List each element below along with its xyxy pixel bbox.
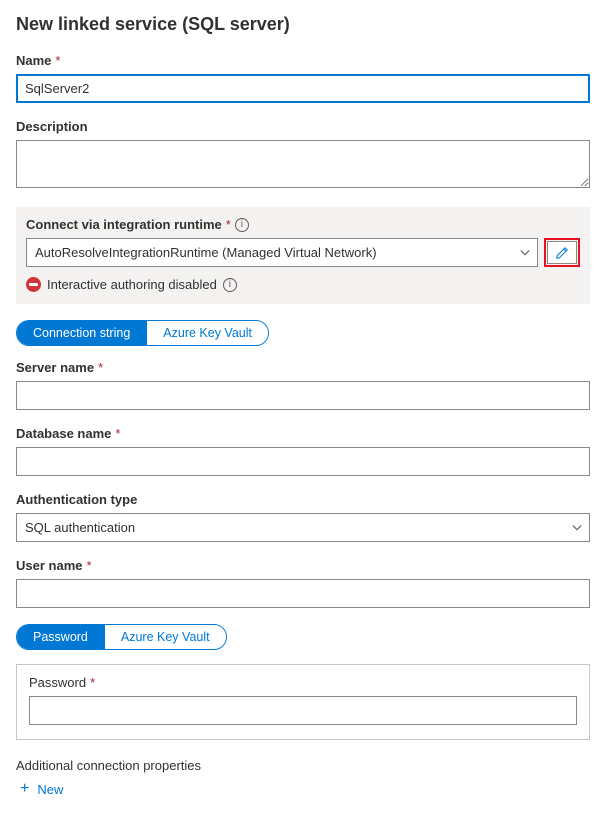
- tab-password[interactable]: Password: [17, 625, 104, 649]
- edit-runtime-highlight: [544, 238, 580, 267]
- database-name-label: Database name *: [16, 426, 590, 441]
- connection-source-tabs: Connection string Azure Key Vault: [16, 320, 269, 346]
- tab-connection-string[interactable]: Connection string: [17, 321, 146, 345]
- name-label-text: Name: [16, 53, 51, 68]
- database-name-label-text: Database name: [16, 426, 111, 441]
- password-label-text: Password: [29, 675, 86, 690]
- add-property-label: New: [37, 782, 63, 797]
- runtime-label-text: Connect via integration runtime: [26, 217, 222, 232]
- tab-password-akv[interactable]: Azure Key Vault: [104, 625, 226, 649]
- server-name-block: Server name *: [16, 360, 590, 410]
- required-asterisk: *: [90, 675, 95, 690]
- description-label-text: Description: [16, 119, 88, 134]
- required-asterisk: *: [55, 53, 60, 68]
- user-name-label: User name *: [16, 558, 590, 573]
- server-name-input[interactable]: [16, 381, 590, 410]
- integration-runtime-section: Connect via integration runtime * i Inte…: [16, 207, 590, 304]
- add-property-button[interactable]: + New: [16, 779, 67, 799]
- name-input[interactable]: [16, 74, 590, 103]
- user-name-input[interactable]: [16, 579, 590, 608]
- name-field-block: Name *: [16, 53, 590, 103]
- info-icon[interactable]: i: [235, 218, 249, 232]
- password-input[interactable]: [29, 696, 577, 725]
- description-field-block: Description: [16, 119, 590, 191]
- required-asterisk: *: [115, 426, 120, 441]
- additional-properties-title: Additional connection properties: [16, 758, 590, 773]
- info-icon[interactable]: i: [223, 278, 237, 292]
- password-section: Password *: [16, 664, 590, 740]
- user-name-block: User name *: [16, 558, 590, 608]
- description-label: Description: [16, 119, 590, 134]
- runtime-select[interactable]: [26, 238, 538, 267]
- server-name-label-text: Server name: [16, 360, 94, 375]
- runtime-status-row: Interactive authoring disabled i: [26, 277, 580, 292]
- plus-icon: +: [20, 781, 29, 797]
- runtime-status-text: Interactive authoring disabled: [47, 277, 217, 292]
- password-source-tabs: Password Azure Key Vault: [16, 624, 227, 650]
- page-title: New linked service (SQL server): [16, 14, 590, 35]
- auth-type-label-text: Authentication type: [16, 492, 137, 507]
- name-label: Name *: [16, 53, 590, 68]
- user-name-label-text: User name: [16, 558, 82, 573]
- required-asterisk: *: [98, 360, 103, 375]
- auth-type-select[interactable]: [16, 513, 590, 542]
- server-name-label: Server name *: [16, 360, 590, 375]
- tab-azure-key-vault[interactable]: Azure Key Vault: [146, 321, 268, 345]
- database-name-block: Database name *: [16, 426, 590, 476]
- password-label: Password *: [29, 675, 577, 690]
- database-name-input[interactable]: [16, 447, 590, 476]
- blocked-icon: [26, 277, 41, 292]
- required-asterisk: *: [226, 217, 231, 232]
- auth-type-label: Authentication type: [16, 492, 590, 507]
- edit-runtime-button[interactable]: [547, 241, 577, 264]
- additional-properties-section: Additional connection properties + New: [16, 758, 590, 799]
- auth-type-block: Authentication type: [16, 492, 590, 542]
- description-input[interactable]: [16, 140, 590, 188]
- pencil-icon: [555, 246, 569, 260]
- runtime-label: Connect via integration runtime * i: [26, 217, 580, 232]
- required-asterisk: *: [86, 558, 91, 573]
